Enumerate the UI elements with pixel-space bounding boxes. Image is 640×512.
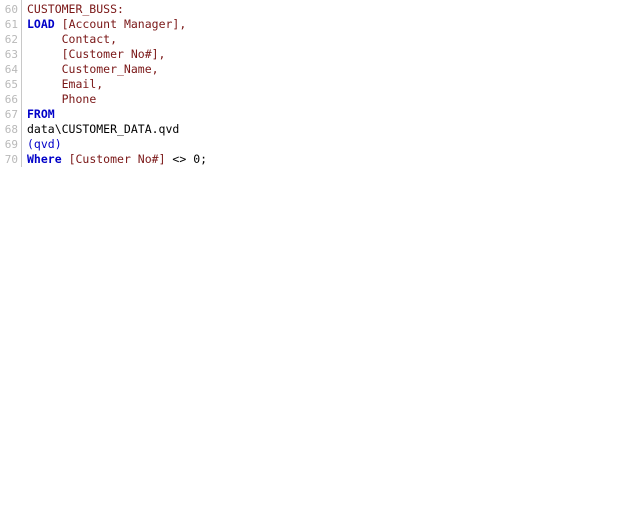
line-number: 60 xyxy=(4,3,18,16)
line-number: 66 xyxy=(4,93,18,106)
code-line[interactable]: Customer_Name, xyxy=(27,62,207,77)
script-editor-canvas[interactable]: 60 61 62 63 64 65 66 67 68 69 70 CUSTOMER_BUSS: LOA… xyxy=(0,0,640,512)
token-field: Customer_Name, xyxy=(61,62,159,76)
line-number: 67 xyxy=(4,108,18,121)
line-number: 70 xyxy=(4,153,18,166)
token-bluetext: (qvd) xyxy=(27,137,62,151)
token-keyword: Where xyxy=(27,152,62,166)
token-field: CUSTOMER_BUSS: xyxy=(27,2,124,16)
code-line[interactable]: Phone xyxy=(27,92,207,107)
code-line[interactable]: FROM xyxy=(27,107,207,122)
line-number: 65 xyxy=(4,78,18,91)
code-line[interactable]: LOAD [Account Manager], xyxy=(27,17,207,32)
line-number-gutter: 60 61 62 63 64 65 66 67 68 69 70 xyxy=(0,0,18,167)
token-field: Email, xyxy=(61,77,104,91)
token-field: [Account Manager], xyxy=(61,17,187,31)
code-line[interactable]: (qvd) xyxy=(27,137,207,152)
code-line[interactable]: Email, xyxy=(27,77,207,92)
line-number: 63 xyxy=(4,48,18,61)
token-field: Phone xyxy=(61,92,97,106)
code-line[interactable]: Where [Customer No#] <> 0; xyxy=(27,152,207,167)
token-field: Contact, xyxy=(61,32,118,46)
token-field: [Customer No#], xyxy=(61,47,166,61)
token-plain: data\CUSTOMER_DATA.qvd xyxy=(27,122,180,136)
code-line[interactable]: Contact, xyxy=(27,32,207,47)
line-number: 69 xyxy=(4,138,18,151)
line-number: 68 xyxy=(4,123,18,136)
code-area[interactable]: 60 61 62 63 64 65 66 67 68 69 70 CUSTOMER_BUSS: LOA… xyxy=(0,0,207,167)
token-plain: <> 0; xyxy=(165,152,208,166)
code-line[interactable]: [Customer No#], xyxy=(27,47,207,62)
token-field: [Customer No#] xyxy=(68,152,166,166)
line-number: 61 xyxy=(4,18,18,31)
code-line[interactable]: data\CUSTOMER_DATA.qvd xyxy=(27,122,207,137)
line-number: 64 xyxy=(4,63,18,76)
code-lines[interactable]: CUSTOMER_BUSS: LOAD [Account Manager], Co… xyxy=(22,0,207,167)
line-number: 62 xyxy=(4,33,18,46)
token-keyword: FROM xyxy=(27,107,55,121)
code-line[interactable]: CUSTOMER_BUSS: xyxy=(27,2,207,17)
token-keyword: LOAD xyxy=(27,17,55,31)
